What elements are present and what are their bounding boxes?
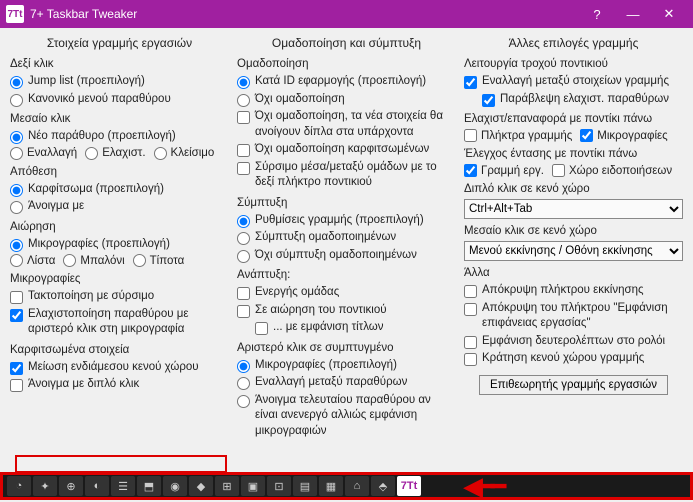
- chk-hide-start[interactable]: Απόκρυψη πλήκτρου εκκίνησης: [464, 283, 683, 299]
- opt-lc-thumbs[interactable]: Μικρογραφίες (προεπιλογή): [237, 358, 456, 374]
- middle-click-title: Μεσαίο κλικ: [10, 113, 229, 125]
- decombine-title: Ανάπτυξη:: [237, 269, 456, 281]
- taskbar-icon[interactable]: ✦: [33, 476, 57, 496]
- thumbs-title: Μικρογραφίες: [10, 273, 229, 285]
- taskbar-icon[interactable]: ⬒: [137, 476, 161, 496]
- hover-title: Αιώρηση: [10, 221, 229, 233]
- chk-hide-showdesktop[interactable]: Απόκρυψη του πλήκτρου "Εμφάνιση επιφάνει…: [464, 301, 683, 332]
- col-other-options: Άλλες επιλογές γραμμής Λειτουργία τροχού…: [464, 36, 683, 466]
- chk-drag-reorder[interactable]: Τακτοποίηση με σύρσιμο: [10, 289, 229, 305]
- grouping-title: Ομαδοποίηση: [237, 58, 456, 70]
- col1-header: Στοιχεία γραμμής εργασιών: [10, 36, 229, 50]
- taskbar-icon[interactable]: ⌂: [345, 476, 369, 496]
- chk-show-titles[interactable]: ... με εμφάνιση τίτλων: [255, 320, 456, 336]
- opt-jumplist[interactable]: Jump list (προεπιλογή): [10, 74, 229, 90]
- chk-show-seconds[interactable]: Εμφάνιση δευτερολέπτων στο ρολόι: [464, 334, 683, 350]
- chk-thumbs-minrest[interactable]: Μικρογραφίες: [580, 129, 667, 142]
- drop-title: Απόθεση: [10, 166, 229, 178]
- chk-vol-taskbar[interactable]: Γραμμή εργ.: [464, 164, 544, 177]
- col-grouping: Ομαδοποίηση και σύμπτυξη Ομαδοποίηση Κατ…: [237, 36, 456, 466]
- opt-new-window[interactable]: Νέο παράθυρο (προεπιλογή): [10, 129, 229, 145]
- taskbar-icon[interactable]: ▣: [241, 476, 265, 496]
- close-button[interactable]: ✕: [651, 6, 687, 22]
- opt-group-byid[interactable]: Κατά ID εφαρμογής (προεπιλογή): [237, 74, 456, 90]
- dblclick-title: Διπλό κλικ σε κενό χώρο: [464, 183, 683, 195]
- chk-wheel-cycle[interactable]: Εναλλαγή μεταξύ στοιχείων γραμμής: [464, 74, 683, 90]
- right-click-title: Δεξί κλικ: [10, 58, 229, 70]
- volume-title: Έλεγχος έντασης με ποντίκι πάνω: [464, 148, 683, 160]
- chk-reduce-space[interactable]: Μείωση ενδιάμεσου κενού χώρου: [10, 360, 229, 376]
- opt-combine-grouped[interactable]: Σύμπτυξη ομαδοποιημένων: [237, 230, 456, 246]
- chk-decomb-hover[interactable]: Σε αιώρηση του ποντικιού: [237, 303, 456, 319]
- combine-title: Σύμπτυξη: [237, 197, 456, 209]
- opt-lc-cycle[interactable]: Εναλλαγή μεταξύ παραθύρων: [237, 375, 456, 391]
- opt-no-combine[interactable]: Όχι σύμπτυξη ομαδοποιημένων: [237, 248, 456, 264]
- opt-switch[interactable]: Εναλλαγή: [10, 147, 77, 160]
- opt-hover-nothing[interactable]: Τίποτα: [133, 254, 185, 267]
- chk-open-dblclick[interactable]: Άνοιγμα με διπλό κλικ: [10, 377, 229, 393]
- other-title: Άλλα: [464, 267, 683, 279]
- col3-header: Άλλες επιλογές γραμμής: [464, 36, 683, 50]
- chk-taskbar-keys[interactable]: Πλήκτρα γραμμής: [464, 129, 572, 142]
- opt-hover-list[interactable]: Λίστα: [10, 254, 55, 267]
- window-title: 7+ Taskbar Tweaker: [30, 7, 137, 21]
- col-taskbar-items: Στοιχεία γραμμής εργασιών Δεξί κλικ Jump…: [10, 36, 229, 466]
- chk-leftclick-min[interactable]: Ελαχιστοποίηση παραθύρου με αριστερό κλι…: [10, 307, 229, 338]
- app-icon: 7Tt: [6, 5, 24, 23]
- opt-no-group[interactable]: Όχι ομαδοποίηση: [237, 92, 456, 108]
- taskbar-icon[interactable]: ⊡: [267, 476, 291, 496]
- taskbar-icon[interactable]: ◆: [189, 476, 213, 496]
- select-midclick[interactable]: Μενού εκκίνησης / Οθόνη εκκίνησης: [464, 241, 683, 261]
- select-dblclick[interactable]: Ctrl+Alt+Tab: [464, 199, 683, 219]
- opt-hover-balloon[interactable]: Μπαλόνι: [63, 254, 124, 267]
- chk-reserve-space[interactable]: Κράτηση κενού χώρου γραμμής: [464, 351, 683, 367]
- opt-window-menu[interactable]: Κανονικό μενού παραθύρου: [10, 92, 229, 108]
- titlebar: 7Tt 7+ Taskbar Tweaker ? — ✕: [0, 0, 693, 28]
- chk-skip-min[interactable]: Παράβλεψη ελαχιστ. παραθύρων: [482, 92, 683, 108]
- opt-open-with[interactable]: Άνοιγμα με: [10, 199, 229, 215]
- opt-combine-default[interactable]: Ρυθμίσεις γραμμής (προεπιλογή): [237, 213, 456, 229]
- chk-no-group-pinned[interactable]: Όχι ομαδοποίηση καρφιτσωμένων: [237, 142, 456, 158]
- taskbar-icon[interactable]: ☰: [111, 476, 135, 496]
- taskbar-app-icon[interactable]: 7Tt: [397, 476, 421, 496]
- taskbar-icon[interactable]: ▤: [293, 476, 317, 496]
- taskbar-icon[interactable]: ⊞: [215, 476, 239, 496]
- wheel-title: Λειτουργία τροχού ποντικιού: [464, 58, 683, 70]
- chk-drag-groups[interactable]: Σύρσιμο μέσα/μεταξύ ομάδων με το δεξί πλ…: [237, 160, 456, 191]
- taskbar-icon[interactable]: ⬘: [371, 476, 395, 496]
- opt-hover-thumbs[interactable]: Μικρογραφίες (προεπιλογή): [10, 237, 229, 253]
- taskbar: ◔✦⊕◐☰⬒◉◆⊞▣⊡▤▦⌂⬘ 7Tt ◀━━: [0, 472, 693, 500]
- taskbar-icon[interactable]: ▦: [319, 476, 343, 496]
- opt-close[interactable]: Κλείσιμο: [154, 147, 215, 160]
- leftclick-combined-title: Αριστερό κλικ σε συμπτυγμένο: [237, 342, 456, 354]
- taskbar-icon[interactable]: ◔: [7, 476, 31, 496]
- minimize-button[interactable]: —: [615, 7, 651, 22]
- minrest-title: Ελαχιστ/επαναφορά με ποντίκι πάνω: [464, 113, 683, 125]
- taskbar-icon[interactable]: ◐: [85, 476, 109, 496]
- arrow-annotation: ◀━━: [463, 471, 502, 502]
- taskbar-icon[interactable]: ◉: [163, 476, 187, 496]
- chk-decomb-active[interactable]: Ενεργής ομάδας: [237, 285, 456, 301]
- pinned-title: Καρφιτσωμένα στοιχεία: [10, 344, 229, 356]
- help-button[interactable]: ?: [579, 7, 615, 22]
- taskbar-icon[interactable]: ⊕: [59, 476, 83, 496]
- chk-vol-notif[interactable]: Χώρο ειδοποιήσεων: [552, 164, 672, 177]
- inspector-button[interactable]: Επιθεωρητής γραμμής εργασιών: [479, 375, 668, 395]
- opt-minimize[interactable]: Ελαχιστ.: [85, 147, 145, 160]
- chk-no-group-new[interactable]: Όχι ομαδοποίηση, τα νέα στοιχεία θα ανοί…: [237, 109, 456, 140]
- opt-lc-last[interactable]: Άνοιγμα τελευταίου παραθύρου αν είναι αν…: [237, 393, 456, 440]
- midclick-title: Μεσαίο κλικ σε κενό χώρο: [464, 225, 683, 237]
- opt-pin[interactable]: Καρφίτσωμα (προεπιλογή): [10, 182, 229, 198]
- col2-header: Ομαδοποίηση και σύμπτυξη: [237, 36, 456, 50]
